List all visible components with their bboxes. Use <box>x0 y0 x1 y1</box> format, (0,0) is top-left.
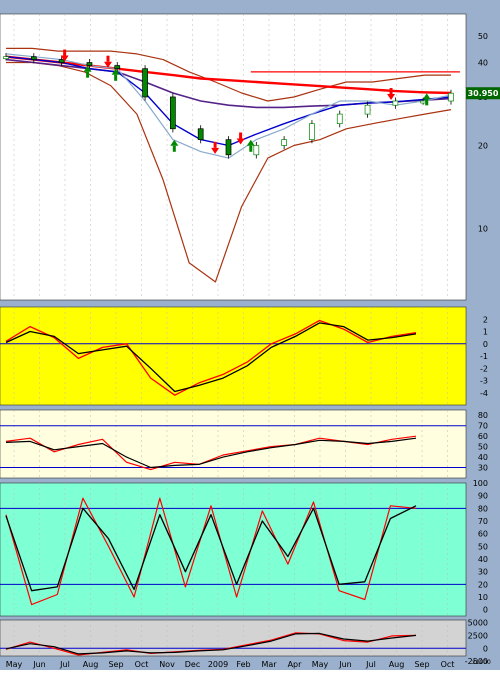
rsi-tick-label: 50 <box>478 443 488 452</box>
candle-body <box>30 56 37 60</box>
x-tick-label: Feb <box>236 660 250 669</box>
x-axis-scale-label: x1000 <box>472 659 491 666</box>
sell-arrow-stem <box>106 55 110 62</box>
stochastic-panel: 1009080706050403020100 <box>0 479 488 617</box>
price-tick-label: 20 <box>478 141 488 150</box>
price-tick-label: 50 <box>478 32 488 41</box>
candle-body <box>114 65 121 70</box>
stochastic-tick-label: 40 <box>478 555 488 564</box>
x-tick-label: Oct <box>135 660 149 669</box>
x-tick-label: Dec <box>185 660 200 669</box>
macd-tick-label: 0 <box>483 340 488 349</box>
x-tick-label: Oct <box>441 660 455 669</box>
price-tick-label: 40 <box>478 59 488 68</box>
x-tick-label: Sep <box>414 660 429 669</box>
sell-arrow-stem <box>239 132 243 139</box>
oscillator-tick-label: 2500 <box>468 631 488 640</box>
sell-arrow-stem <box>213 141 217 148</box>
price-tick-label: 10 <box>478 224 488 233</box>
candle-body <box>448 92 454 102</box>
stochastic-tick-label: 0 <box>483 606 488 615</box>
x-tick-label: Apr <box>288 660 303 669</box>
candle-body <box>364 104 371 115</box>
buy-arrow-stem <box>114 74 118 81</box>
stochastic-tick-label: 80 <box>478 504 488 513</box>
oscillator-tick-label: 5000 <box>468 619 488 628</box>
chart-root: 504030201030.950 210-1-2-3-4 80706050403… <box>0 0 500 670</box>
candle-body <box>336 113 343 125</box>
x-tick-label: Jul <box>365 660 376 669</box>
stochastic-tick-label: 20 <box>478 580 488 589</box>
x-tick-label: May <box>312 660 329 669</box>
candle-body <box>309 123 315 140</box>
stochastic-tick-label: 10 <box>478 593 488 602</box>
macd-tick-label: -4 <box>480 389 488 398</box>
stochastic-tick-label: 70 <box>478 517 488 526</box>
buy-arrow-stem <box>172 145 176 152</box>
price-plot-area <box>0 13 467 301</box>
candle-body <box>3 56 9 60</box>
rsi-panel: 80 7060 5040 30 <box>0 409 488 479</box>
buy-arrow-stem <box>86 71 90 78</box>
candle-body <box>392 100 399 106</box>
x-tick-label: Nov <box>159 660 175 669</box>
last-price-label: 30.950 <box>468 89 499 98</box>
oscillator-tick-label: 0 <box>483 644 488 653</box>
candle-body <box>86 62 93 66</box>
candle-body <box>142 68 148 98</box>
x-tick-label: Jul <box>59 660 70 669</box>
candle-body <box>197 128 204 140</box>
stochastic-tick-label: 60 <box>478 530 488 539</box>
x-tick-label: Jun <box>338 660 352 669</box>
candle-body <box>225 139 232 156</box>
macd-tick-label: -1 <box>480 352 488 361</box>
x-tick-label: Aug <box>389 660 405 669</box>
rsi-tick-label: 40 <box>478 453 488 462</box>
candle-body <box>58 59 65 63</box>
candle-body <box>170 96 176 130</box>
buy-arrow-stem <box>425 99 429 106</box>
x-tick-label: 2009 <box>208 660 228 669</box>
x-tick-label: Mar <box>261 660 277 669</box>
macd-tick-label: 2 <box>483 315 488 324</box>
rsi-tick-label: 60 <box>478 432 488 441</box>
x-tick-label: Jun <box>32 660 46 669</box>
buy-arrow-stem <box>249 145 253 152</box>
stochastic-tick-label: 30 <box>478 568 488 577</box>
stochastic-tick-label: 90 <box>478 492 488 501</box>
rsi-tick-label: 70 <box>478 422 488 431</box>
macd-tick-label: 1 <box>483 328 488 337</box>
candle-body <box>253 145 260 156</box>
stochastic-tick-label: 100 <box>473 479 488 488</box>
macd-tick-label: -3 <box>480 377 488 386</box>
price-panel: 504030201030.950 <box>0 13 500 301</box>
x-tick-label: Sep <box>108 660 123 669</box>
x-tick-label: Aug <box>83 660 99 669</box>
macd-tick-label: -2 <box>480 364 488 373</box>
macd-plot-area <box>0 306 467 406</box>
stock-chart: 504030201030.950 210-1-2-3-4 80706050403… <box>0 0 500 670</box>
stochastic-tick-label: 50 <box>478 542 488 551</box>
candle-body <box>420 100 427 104</box>
candle-body <box>281 139 287 146</box>
rsi-tick-label: 30 <box>478 464 488 473</box>
sell-arrow-stem <box>63 49 67 56</box>
macd-panel: 2 1 0 -1 -2 -3 -4 <box>0 306 488 406</box>
x-tick-label: May <box>6 660 23 669</box>
rsi-tick-label: 80 <box>478 411 488 420</box>
sell-arrow-stem <box>389 88 393 95</box>
